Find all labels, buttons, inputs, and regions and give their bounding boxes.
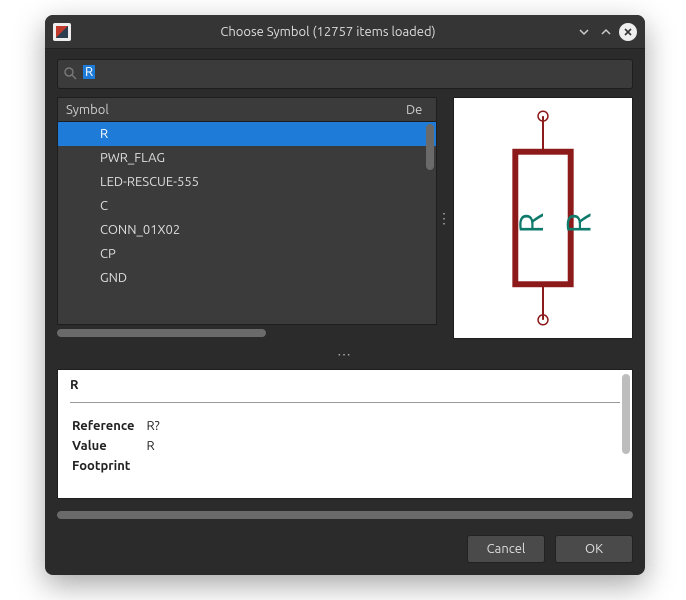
bottom-horizontal-scrollbar[interactable] (57, 509, 633, 521)
maximize-button[interactable] (597, 23, 615, 41)
details-value (146, 457, 169, 475)
tree-item[interactable]: PWR_FLAG (58, 146, 436, 170)
details-row: ValueR (72, 437, 170, 455)
search-row: R (57, 59, 633, 89)
middle-split: Symbol De RPWR_FLAGLED-RESCUE-555CCONN_0… (57, 97, 633, 339)
preview-refdes: R (513, 212, 550, 233)
tree-item[interactable]: LED-RESCUE-555 (58, 170, 436, 194)
vertical-splitter[interactable]: ⋮ (437, 97, 453, 339)
details-title: R (70, 378, 620, 392)
ok-button[interactable]: OK (555, 535, 633, 563)
tree-item[interactable]: CONN_01X02 (58, 218, 436, 242)
details-key: Reference (72, 417, 144, 435)
details-row: Footprint (72, 457, 170, 475)
close-button[interactable] (619, 23, 637, 41)
symbol-tree-panel: Symbol De RPWR_FLAGLED-RESCUE-555CCONN_0… (57, 97, 437, 339)
tree-vertical-scrollbar[interactable] (424, 122, 436, 324)
splitter-grip-icon: ⋯ (337, 346, 353, 363)
column-header-description[interactable]: De (406, 103, 428, 117)
dialog-content: R Symbol De RPWR_FLAGLED-RESCUE-555CCONN… (45, 49, 645, 575)
details-key: Footprint (72, 457, 144, 475)
tree-item[interactable]: GND (58, 266, 436, 290)
tree-header[interactable]: Symbol De (57, 97, 437, 121)
preview-value: R (560, 212, 597, 233)
app-icon (53, 23, 71, 41)
titlebar[interactable]: Choose Symbol (12757 items loaded) (45, 15, 645, 49)
details-key: Value (72, 437, 144, 455)
details-vertical-scrollbar[interactable] (622, 374, 630, 494)
details-value: R? (146, 417, 169, 435)
details-row: ReferenceR? (72, 417, 170, 435)
symbol-tree[interactable]: RPWR_FLAGLED-RESCUE-555CCONN_01X02CPGND (57, 121, 437, 325)
tree-item[interactable]: CP (58, 242, 436, 266)
tree-item[interactable]: R (58, 122, 436, 146)
tree-horizontal-scrollbar[interactable] (57, 327, 437, 339)
window-title: Choose Symbol (12757 items loaded) (81, 25, 575, 39)
symbol-preview[interactable]: R R (453, 97, 633, 339)
details-panel[interactable]: R ReferenceR?ValueRFootprint (57, 369, 633, 499)
cancel-button[interactable]: Cancel (467, 535, 545, 563)
dialog-footer: Cancel OK (57, 529, 633, 563)
search-icon (63, 66, 77, 84)
horizontal-splitter[interactable]: ⋯ (57, 347, 633, 361)
splitter-grip-icon: ⋮ (437, 210, 453, 227)
details-value: R (146, 437, 169, 455)
minimize-button[interactable] (575, 23, 593, 41)
tree-item[interactable]: C (58, 194, 436, 218)
details-divider (70, 402, 620, 403)
details-table: ReferenceR?ValueRFootprint (70, 415, 172, 477)
search-input[interactable] (57, 59, 633, 89)
dialog-window: Choose Symbol (12757 items loaded) R (45, 15, 645, 575)
column-header-symbol[interactable]: Symbol (66, 103, 406, 117)
